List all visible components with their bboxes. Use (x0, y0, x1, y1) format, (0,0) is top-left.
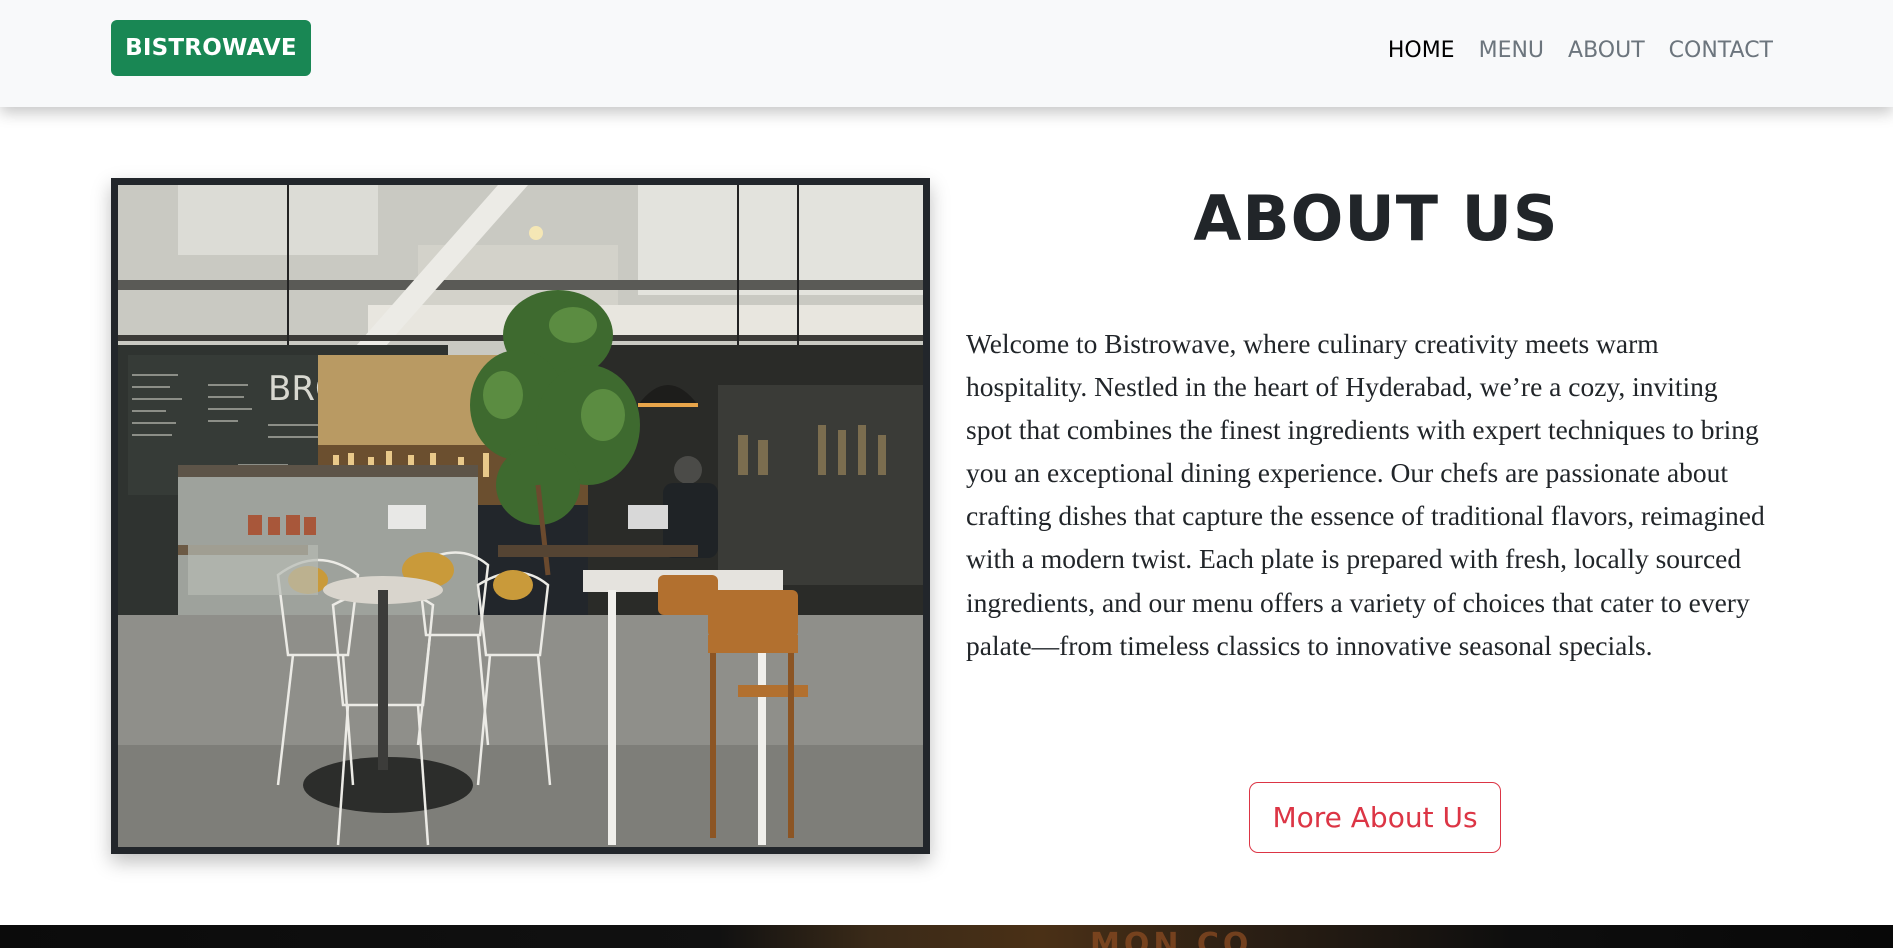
main-nav: HOME MENU ABOUT CONTACT (1388, 38, 1773, 63)
nav-link-contact[interactable]: CONTACT (1669, 38, 1773, 63)
nav-link-about[interactable]: ABOUT (1568, 38, 1645, 63)
navbar: BISTROWAVE HOME MENU ABOUT CONTACT (0, 0, 1893, 107)
nav-link-home[interactable]: HOME (1388, 38, 1455, 63)
about-description: Welcome to Bistrowave, where culinary cr… (966, 328, 1765, 661)
next-section-preview: MON CO (0, 925, 1893, 948)
nav-link-menu[interactable]: MENU (1479, 38, 1544, 63)
cafe-interior-photo: BROEI (111, 178, 930, 854)
cafe-interior-illustration: BROEI (118, 185, 923, 847)
brand-logo-button[interactable]: BISTROWAVE (111, 20, 311, 76)
about-title: ABOUT US (1193, 182, 1559, 255)
more-about-us-button[interactable]: More About Us (1249, 782, 1501, 853)
next-section-sign-text: MON CO (1090, 927, 1253, 948)
